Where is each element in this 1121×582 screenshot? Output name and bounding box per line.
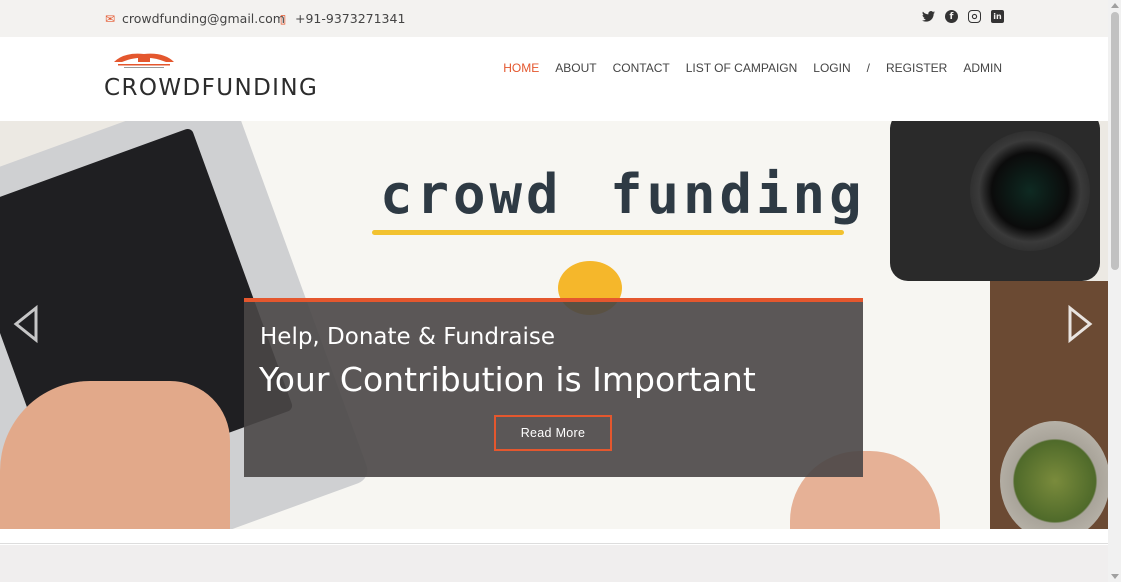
scrollbar-thumb[interactable] <box>1111 12 1119 270</box>
site-logo-text[interactable]: CROWDFUNDING <box>104 75 318 101</box>
phone-text: +91-9373271341 <box>295 11 406 26</box>
hand-image <box>0 381 230 529</box>
nav-home[interactable]: HOME <box>503 61 539 75</box>
hero-subtitle: Help, Donate & Fundraise <box>260 324 556 350</box>
nav-register[interactable]: REGISTER <box>886 61 947 75</box>
section-divider <box>0 529 1108 544</box>
scroll-up-icon[interactable] <box>1111 3 1119 8</box>
nav-separator: / <box>866 61 870 75</box>
nav-about[interactable]: ABOUT <box>555 61 596 75</box>
twitter-icon[interactable] <box>922 10 935 23</box>
scroll-down-icon[interactable] <box>1111 574 1119 579</box>
plant-image <box>1000 421 1108 529</box>
camera-lens-image <box>970 131 1090 251</box>
contact-phone[interactable]: ▯ +91-9373271341 <box>277 11 406 26</box>
logo-icon[interactable] <box>110 52 178 70</box>
main-nav: HOME ABOUT CONTACT LIST OF CAMPAIGN LOGI… <box>503 61 1002 75</box>
top-bar: ✉ crowdfunding@gmail.com ▯ +91-937327134… <box>0 0 1108 37</box>
next-section <box>0 545 1108 582</box>
linkedin-icon[interactable]: in <box>991 10 1004 23</box>
contact-email[interactable]: ✉ crowdfunding@gmail.com <box>104 11 285 26</box>
read-more-button[interactable]: Read More <box>494 415 612 451</box>
email-text: crowdfunding@gmail.com <box>122 11 285 26</box>
envelope-icon: ✉ <box>104 11 116 26</box>
nav-contact[interactable]: CONTACT <box>613 61 670 75</box>
hero-title: Your Contribution is Important <box>259 360 756 399</box>
page-scrollbar[interactable] <box>1108 0 1121 582</box>
hero-image-underline <box>372 230 844 235</box>
social-links: f in <box>922 10 1004 23</box>
hero-caption: Help, Donate & Fundraise Your Contributi… <box>244 298 863 477</box>
hero-image-text: funding <box>610 163 866 226</box>
facebook-icon[interactable]: f <box>945 10 958 23</box>
carousel-prev-icon[interactable] <box>12 304 40 344</box>
hero-image-text: crowd <box>380 163 563 226</box>
nav-login[interactable]: LOGIN <box>813 61 850 75</box>
carousel-next-icon[interactable] <box>1066 304 1094 344</box>
hero-carousel: crowd funding Help, Donate & Fundraise Y… <box>0 121 1108 529</box>
mobile-phone-icon: ▯ <box>279 11 287 26</box>
nav-admin[interactable]: ADMIN <box>963 61 1002 75</box>
instagram-icon[interactable] <box>968 10 981 23</box>
site-header: CROWDFUNDING HOME ABOUT CONTACT LIST OF … <box>0 37 1108 121</box>
nav-list-of-campaign[interactable]: LIST OF CAMPAIGN <box>686 61 798 75</box>
